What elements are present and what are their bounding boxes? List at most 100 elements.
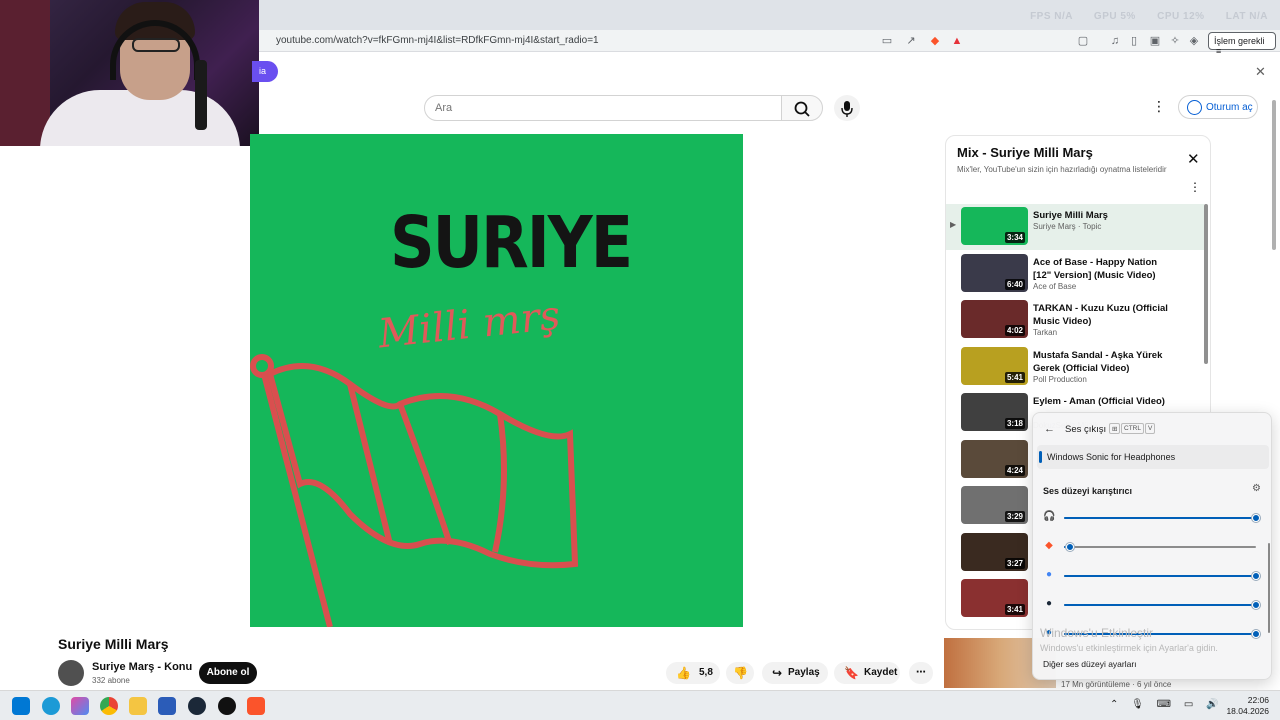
share-label: Paylaş — [788, 667, 820, 678]
share-page-icon[interactable]: ↗ — [904, 34, 918, 48]
search-button[interactable] — [781, 95, 823, 121]
page-scrollbar[interactable] — [1271, 90, 1277, 690]
brave-icon[interactable]: ◆ — [1043, 540, 1055, 552]
playlist-item-title[interactable]: Ace of Base - Happy Nation [12" Version]… — [1033, 256, 1173, 282]
back-arrow-icon[interactable]: ← — [1044, 423, 1055, 435]
chevron-up-icon[interactable]: ⌃ — [1110, 699, 1118, 710]
steam-icon[interactable]: ● — [1043, 598, 1055, 610]
brave-shields-icon[interactable]: ◆ — [928, 34, 942, 48]
close-icon[interactable]: ✕ — [1187, 150, 1200, 168]
like-button[interactable]: 👍 5,8 B — [666, 662, 720, 700]
search-input[interactable] — [435, 102, 765, 114]
playlist-item-thumbnail[interactable]: 3:27 — [961, 532, 1028, 571]
playlist-item-channel: Suriye Marş · Topic — [1033, 222, 1102, 231]
duration-badge: 3:34 — [1004, 232, 1025, 243]
system-tray: ⌃ 🎙 ⌨ ▭ 🔊 — [1110, 699, 1229, 710]
playlist-item[interactable]: 5:41 Mustafa Sandal - Aşka Yürek Gerek (O… — [946, 344, 1204, 390]
playlist-item[interactable]: 4:02 TARKAN - Kuzu Kuzu (Official Music V… — [946, 297, 1204, 343]
playlist-item-thumbnail[interactable]: 4:24 — [961, 439, 1028, 478]
playlist-item-thumbnail[interactable]: 3:41 — [961, 579, 1028, 617]
tab-search-icon[interactable]: ▢ — [1076, 34, 1090, 48]
keyboard-icon[interactable]: ⌨ — [1157, 699, 1171, 710]
cast-icon[interactable]: ▭ — [880, 34, 894, 48]
volume-slider-thumb[interactable] — [1252, 572, 1260, 580]
subscribe-button[interactable]: Abone ol — [199, 662, 257, 684]
clock[interactable]: 22:06 18.04.2026 — [1224, 695, 1269, 717]
playlist-item-thumbnail[interactable]: 5:41 — [961, 346, 1028, 385]
sidebar-icon[interactable]: ▯ — [1127, 34, 1141, 48]
duration-badge: 3:18 — [1004, 418, 1025, 429]
share-icon: ↪ — [772, 666, 783, 680]
playlist-item[interactable]: ▶ 3:34 Suriye Milli Marş Suriye Marş · Topi… — [946, 204, 1204, 250]
promo-pill[interactable]: ia — [252, 61, 278, 82]
vpn-icon[interactable]: ◈ — [1187, 34, 1201, 48]
voice-search-button[interactable] — [834, 95, 860, 121]
playlist-item-thumbnail[interactable]: 3:18 — [961, 393, 1028, 431]
playlist-item-title[interactable]: Mustafa Sandal - Aşka Yürek Gerek (Offic… — [1033, 349, 1173, 375]
duration-badge: 6:40 — [1004, 278, 1025, 290]
signin-button[interactable]: Oturum aç — [1178, 95, 1258, 119]
network-icon[interactable]: ▭ — [1184, 699, 1193, 710]
save-button[interactable]: 🔖 Kaydet — [834, 662, 900, 684]
copilot-icon[interactable] — [71, 697, 89, 715]
leo-icon[interactable]: ✧ — [1168, 34, 1182, 48]
playlist-item-title[interactable]: Eylem - Aman (Official Video) — [1033, 395, 1173, 408]
playlist-item-thumbnail[interactable]: 3:29 — [961, 486, 1028, 524]
update-required-button[interactable]: İşlem gerekli ≡ — [1208, 32, 1276, 56]
wallet-icon[interactable]: ▣ — [1148, 34, 1162, 48]
media-icon[interactable]: ♫ — [1108, 34, 1122, 48]
panel-scrollbar[interactable] — [1268, 543, 1270, 633]
microphone-icon[interactable]: 🎙 — [1131, 699, 1144, 710]
steam-icon[interactable] — [188, 697, 206, 715]
channel-avatar[interactable] — [58, 660, 84, 686]
edge-icon[interactable] — [42, 697, 60, 715]
url-text[interactable]: youtube.com/watch?v=fkFGmn-mj4I&list=RDf… — [276, 35, 599, 46]
headphones-icon[interactable]: 🎧 — [1043, 511, 1055, 523]
page-scrollbar-thumb[interactable] — [1272, 100, 1276, 250]
playlist-item-channel: Tarkan — [1033, 328, 1058, 337]
channel-name[interactable]: Suriye Marş - Konu — [92, 661, 192, 673]
app-icon[interactable] — [218, 697, 236, 715]
chrome-icon[interactable]: ● — [1043, 569, 1055, 581]
duration-badge: 3:41 — [1004, 604, 1025, 615]
subscriber-count: 332 abone — [92, 676, 130, 685]
store-icon[interactable] — [158, 697, 176, 715]
volume-slider[interactable] — [1064, 601, 1260, 609]
playlist-menu-icon[interactable]: ⋮ — [1189, 180, 1201, 194]
playlist-item-title[interactable]: Suriye Milli Marş — [1033, 209, 1173, 222]
search-box[interactable] — [424, 95, 782, 121]
playlist-item-thumbnail[interactable]: 6:40 — [961, 253, 1028, 292]
chrome-icon[interactable] — [100, 697, 118, 715]
brave-icon[interactable] — [247, 697, 265, 715]
volume-slider[interactable] — [1064, 572, 1260, 580]
sound-output-title: Ses çıkışı — [1065, 424, 1107, 435]
volume-slider-thumb[interactable] — [1252, 601, 1260, 609]
volume-slider-thumb[interactable] — [1252, 630, 1260, 638]
share-button[interactable]: ↪ Paylaş — [762, 662, 828, 684]
more-actions-button[interactable]: ⋯ — [909, 662, 933, 684]
playlist-item[interactable]: 6:40 Ace of Base - Happy Nation [12" Vers… — [946, 251, 1204, 297]
playlist-item-title[interactable]: TARKAN - Kuzu Kuzu (Official Music Video… — [1033, 302, 1173, 328]
thumbs-down-icon: 👎 — [733, 666, 748, 680]
microphone-icon — [841, 101, 853, 117]
playlist-item-thumbnail[interactable]: 3:34 — [961, 207, 1028, 245]
gear-icon[interactable]: ⚙ — [1252, 483, 1261, 494]
volume-slider[interactable] — [1064, 543, 1256, 551]
dislike-button[interactable]: 👎 — [726, 662, 754, 684]
windows-start-icon[interactable] — [12, 697, 30, 715]
output-device-item[interactable]: Windows Sonic for Headphones — [1037, 445, 1269, 469]
speaker-icon[interactable]: 🔊 — [1206, 699, 1218, 710]
other-volume-settings-link[interactable]: Diğer ses düzeyi ayarları — [1043, 659, 1137, 669]
brave-rewards-icon[interactable]: ▲ — [950, 34, 964, 48]
file-explorer-icon[interactable] — [129, 697, 147, 715]
playlist-item-thumbnail[interactable]: 4:02 — [961, 300, 1028, 338]
close-icon[interactable]: ✕ — [1255, 64, 1266, 80]
volume-slider[interactable] — [1064, 514, 1260, 522]
video-player[interactable]: SURIYE Milli mrş — [250, 134, 743, 627]
fps-readout: FPS N/A — [1030, 11, 1073, 22]
more-options-icon[interactable]: ⋮ — [1152, 98, 1166, 116]
volume-slider-thumb[interactable] — [1252, 514, 1260, 522]
playlist-scrollbar[interactable] — [1204, 204, 1208, 364]
volume-slider-thumb[interactable] — [1065, 543, 1074, 551]
glasses-icon — [132, 38, 180, 52]
